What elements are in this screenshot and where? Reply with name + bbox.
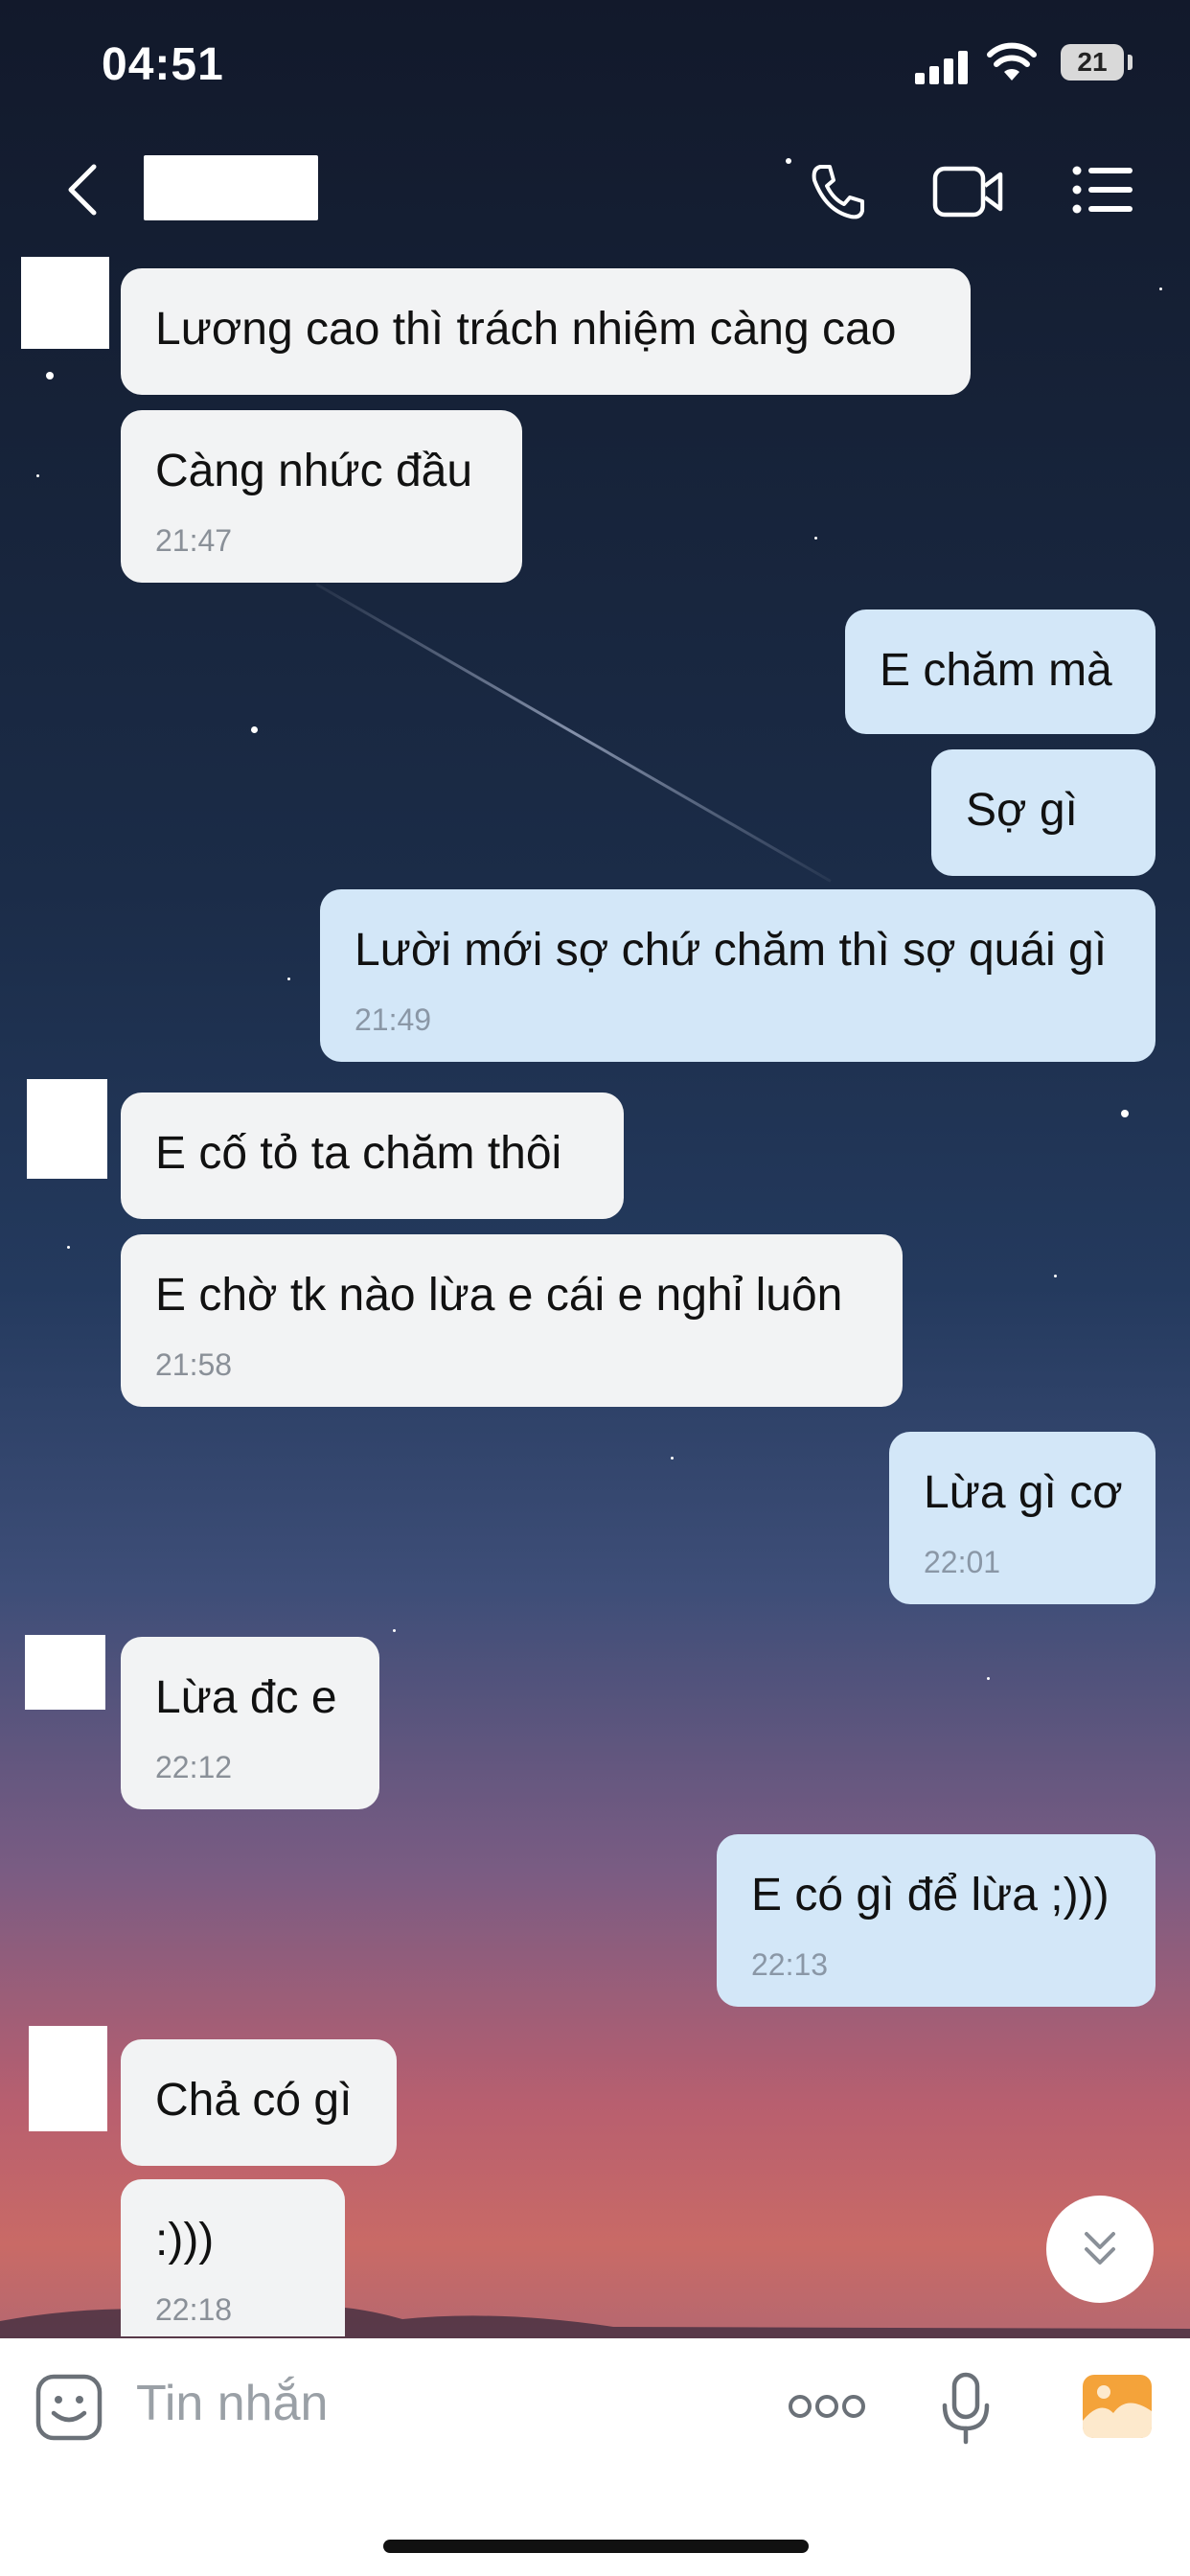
message-bubble-incoming[interactable]: Càng nhức đầu 21:47	[121, 410, 522, 583]
message-time: 21:58	[155, 1347, 233, 1382]
message-input[interactable]: Tin nhắn	[136, 2375, 328, 2432]
image-gallery-icon[interactable]	[1081, 2373, 1154, 2440]
message-bubble-outgoing[interactable]: E chăm mà	[845, 610, 1156, 734]
chat-header	[0, 144, 1190, 240]
message-bubble-outgoing[interactable]: Lừa gì cơ 22:01	[889, 1432, 1156, 1604]
message-bubble-outgoing[interactable]: Lười mới sợ chứ chăm thì sợ quái gì 21:4…	[320, 889, 1156, 1062]
message-text: E cố tỏ ta chăm thôi	[155, 1128, 562, 1179]
message-bubble-incoming[interactable]: :))) 22:18	[121, 2179, 345, 2336]
avatar[interactable]	[21, 257, 109, 349]
battery-icon: 21	[1061, 44, 1124, 80]
message-time: 21:47	[155, 523, 233, 558]
message-time: 22:13	[751, 1947, 829, 1982]
message-text: E chăm mà	[880, 645, 1112, 696]
message-time: 22:01	[924, 1545, 1001, 1579]
message-text: Lương cao thì trách nhiệm càng cao	[155, 304, 897, 355]
smiley-sticker-icon[interactable]	[34, 2373, 103, 2442]
message-bubble-incoming[interactable]: Lương cao thì trách nhiệm càng cao	[121, 268, 971, 395]
microphone-icon[interactable]	[941, 2371, 991, 2446]
video-camera-icon[interactable]	[931, 165, 1006, 218]
message-bubble-incoming[interactable]: Chả có gì	[121, 2039, 397, 2166]
shooting-star	[315, 583, 832, 883]
home-indicator	[383, 2540, 809, 2553]
message-time: 21:49	[355, 1002, 432, 1037]
phone-icon[interactable]	[807, 161, 868, 222]
message-bubble-outgoing[interactable]: E có gì để lừa ;))) 22:13	[717, 1834, 1156, 2007]
cellular-signal-icon	[915, 46, 973, 84]
avatar[interactable]	[25, 1635, 105, 1710]
list-menu-icon[interactable]	[1071, 163, 1134, 217]
message-bubble-incoming[interactable]: Lừa đc e 22:12	[121, 1637, 379, 1809]
status-time: 04:51	[102, 39, 224, 90]
contact-name[interactable]	[144, 155, 318, 220]
wifi-icon	[987, 42, 1037, 80]
message-bubble-incoming[interactable]: E cố tỏ ta chăm thôi	[121, 1092, 624, 1219]
message-text: :)))	[155, 2215, 215, 2266]
battery-level: 21	[1077, 47, 1108, 77]
avatar[interactable]	[27, 1079, 107, 1179]
message-text: Lừa gì cơ	[924, 1467, 1123, 1518]
status-bar: 04:51 21	[0, 0, 1190, 125]
message-text: Lười mới sợ chứ chăm thì sợ quái gì	[355, 925, 1108, 976]
message-input-bar: Tin nhắn	[0, 2338, 1190, 2576]
message-text: Chả có gì	[155, 2075, 353, 2126]
message-bubble-incoming[interactable]: E chờ tk nào lừa e cái e nghỉ luôn 21:58	[121, 1234, 903, 1407]
message-text: Sợ gì	[966, 785, 1078, 836]
more-dots-icon[interactable]	[788, 2392, 866, 2421]
message-text: E có gì để lừa ;)))	[751, 1870, 1110, 1920]
back-chevron-left-icon[interactable]	[59, 161, 107, 218]
message-time: 22:12	[155, 1750, 233, 1784]
message-text: E chờ tk nào lừa e cái e nghỉ luôn	[155, 1270, 843, 1321]
message-bubble-outgoing[interactable]: Sợ gì	[931, 749, 1156, 876]
scroll-to-bottom-button[interactable]	[1046, 2196, 1154, 2303]
message-text: Càng nhức đầu	[155, 446, 473, 496]
message-time: 22:18	[155, 2292, 233, 2327]
avatar[interactable]	[29, 2026, 107, 2131]
double-chevron-down-icon	[1085, 2232, 1115, 2265]
message-text: Lừa đc e	[155, 1672, 337, 1723]
